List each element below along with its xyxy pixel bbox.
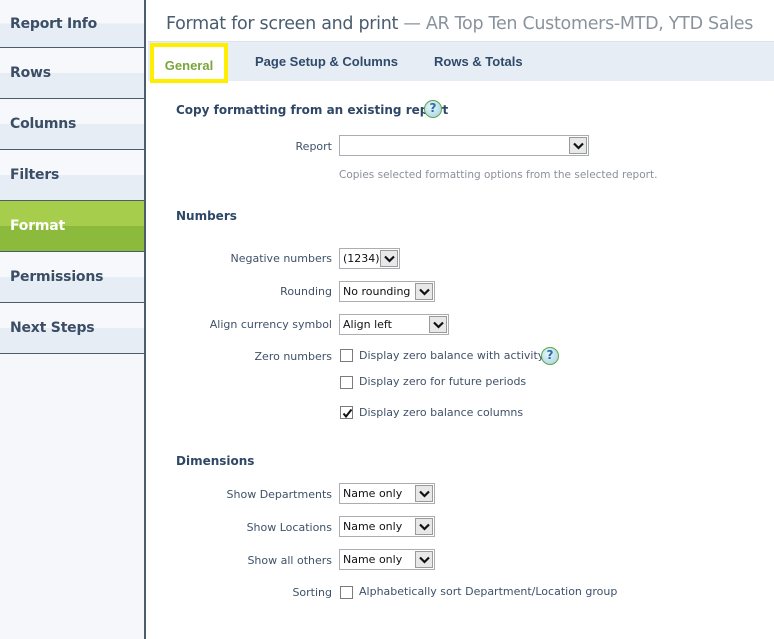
zero-balance-activity-checkbox[interactable] <box>340 349 353 362</box>
question-circle-icon[interactable]: ? <box>424 100 442 118</box>
chevron-down-icon <box>415 485 433 502</box>
sidebar-nav: Report Info Rows Columns Filters Format … <box>0 0 146 639</box>
chevron-down-icon <box>429 316 447 333</box>
question-circle-icon[interactable]: ? <box>541 347 559 365</box>
chevron-down-icon <box>380 250 398 267</box>
negative-numbers-label: Negative numbers <box>230 252 332 265</box>
report-label: Report <box>295 140 332 153</box>
zero-balance-columns-checkbox[interactable] <box>340 406 353 419</box>
show-all-others-value: Name only <box>343 553 403 566</box>
alphabetical-sort-checkbox[interactable] <box>340 586 353 599</box>
report-hint: Copies selected formatting options from … <box>339 169 658 181</box>
sidebar-item-label: Report Info <box>10 15 98 32</box>
report-select[interactable] <box>339 135 589 156</box>
zero-balance-columns-label: Display zero balance columns <box>359 406 524 419</box>
sidebar-item-label: Rows <box>10 65 51 81</box>
show-departments-select[interactable]: Name only <box>339 483 435 504</box>
sidebar-item-rows[interactable]: Rows <box>0 48 144 99</box>
rounding-select[interactable]: No rounding <box>339 281 435 302</box>
show-all-others-select[interactable]: Name only <box>339 549 435 570</box>
report-name: AR Top Ten Customers-MTD, YTD Sales <box>425 14 754 34</box>
negative-numbers-value: (1234) <box>343 252 380 265</box>
sidebar-item-columns[interactable]: Columns <box>0 99 144 150</box>
sidebar-item-format[interactable]: Format <box>0 201 144 252</box>
chevron-down-icon <box>415 518 433 535</box>
show-departments-label: Show Departments <box>226 488 332 501</box>
align-currency-label: Align currency symbol <box>209 318 332 331</box>
show-departments-value: Name only <box>343 487 403 500</box>
tab-general[interactable]: General <box>150 43 228 83</box>
tab-bar: General Page Setup & Columns Rows & Tota… <box>148 41 774 83</box>
sidebar-item-filters[interactable]: Filters <box>0 150 144 201</box>
page-title: Format for screen and print — AR Top Ten… <box>166 14 753 34</box>
sidebar-item-label: Format <box>10 218 66 234</box>
sidebar-item-label: Permissions <box>10 269 104 285</box>
show-locations-select[interactable]: Name only <box>339 516 435 537</box>
zero-future-periods-label: Display zero for future periods <box>359 375 527 388</box>
rounding-value: No rounding <box>343 285 411 298</box>
numbers-heading: Numbers <box>176 209 237 223</box>
show-locations-value: Name only <box>343 520 403 533</box>
zero-future-periods-checkbox[interactable] <box>340 376 353 389</box>
align-currency-value: Align left <box>343 318 392 331</box>
dimensions-heading: Dimensions <box>176 454 255 468</box>
tab-page-setup-columns[interactable]: Page Setup & Columns <box>255 42 398 82</box>
checkmark-icon <box>342 408 353 419</box>
rounding-label: Rounding <box>280 285 332 298</box>
show-locations-label: Show Locations <box>246 521 332 534</box>
zero-numbers-label: Zero numbers <box>254 350 332 363</box>
sidebar-item-report-info[interactable]: Report Info <box>0 0 144 48</box>
page-title-main: Format for screen and print <box>166 14 399 34</box>
tab-rows-totals[interactable]: Rows & Totals <box>434 42 523 82</box>
zero-balance-activity-label: Display zero balance with activity <box>359 349 545 362</box>
chevron-down-icon <box>569 137 587 154</box>
sidebar-item-permissions[interactable]: Permissions <box>0 252 144 303</box>
copy-formatting-heading: Copy formatting from an existing report <box>176 103 449 117</box>
sidebar-item-label: Next Steps <box>10 320 95 336</box>
show-all-others-label: Show all others <box>247 554 332 567</box>
negative-numbers-select[interactable]: (1234) <box>339 248 400 269</box>
align-currency-select[interactable]: Align left <box>339 314 449 335</box>
sidebar-item-label: Columns <box>10 116 77 132</box>
sidebar-item-label: Filters <box>10 167 60 183</box>
sidebar-item-next-steps[interactable]: Next Steps <box>0 303 144 354</box>
sorting-label: Sorting <box>292 586 332 599</box>
title-separator: — <box>398 14 426 34</box>
chevron-down-icon <box>415 551 433 568</box>
chevron-down-icon <box>415 283 433 300</box>
alphabetical-sort-label: Alphabetically sort Department/Location … <box>359 585 618 598</box>
